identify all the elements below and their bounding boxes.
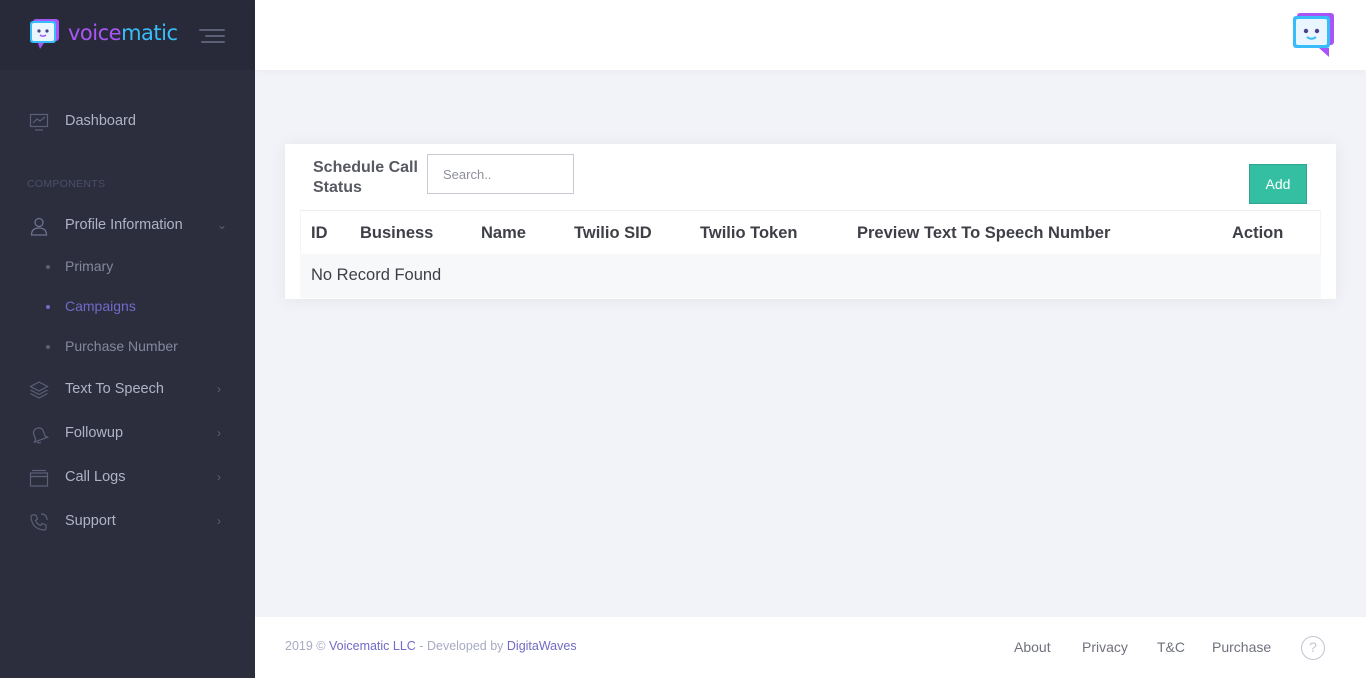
chevron-right-icon: › xyxy=(217,382,221,396)
sidebar-item-text-to-speech[interactable]: Text To Speech › xyxy=(0,369,255,409)
developer-link[interactable]: DigitaWaves xyxy=(507,639,577,653)
chevron-right-icon: › xyxy=(217,514,221,528)
column-header-id[interactable]: ID xyxy=(311,224,328,243)
bullet-icon xyxy=(46,265,50,269)
sidebar-subitem-primary[interactable]: Primary xyxy=(0,251,255,283)
footer-link-about[interactable]: About xyxy=(1014,639,1051,655)
sidebar-item-label: Dashboard xyxy=(65,113,136,129)
brand-logo[interactable]: voicematic xyxy=(30,16,178,50)
brand-name-voice: voice xyxy=(68,21,122,45)
robot-logo-icon xyxy=(30,19,59,49)
column-header-twilio-sid[interactable]: Twilio SID xyxy=(574,224,652,243)
sidebar-item-dashboard[interactable]: Dashboard xyxy=(0,101,255,141)
sidebar-toggle-icon[interactable] xyxy=(199,27,225,45)
sidebar-subitem-campaigns[interactable]: Campaigns xyxy=(0,291,255,323)
records-table: ID Business Name Twilio SID Twilio Token… xyxy=(300,210,1321,298)
copyright-year: 2019 © xyxy=(285,639,326,653)
bullet-icon xyxy=(46,305,50,309)
bell-icon xyxy=(32,427,49,444)
top-header xyxy=(255,0,1366,70)
table-row: No Record Found xyxy=(300,254,1321,298)
bullet-icon xyxy=(46,345,50,349)
footer: 2019 © Voicematic LLC - Developed by Dig… xyxy=(255,617,1366,678)
archive-icon xyxy=(29,469,49,487)
card-title: Schedule Call Status xyxy=(313,159,418,196)
help-icon[interactable]: ? xyxy=(1301,636,1325,660)
footer-link-tc[interactable]: T&C xyxy=(1157,639,1185,655)
sidebar-item-label: Profile Information xyxy=(65,217,183,233)
chart-monitor-icon xyxy=(29,113,49,131)
footer-copyright: 2019 © Voicematic LLC - Developed by Dig… xyxy=(285,639,577,653)
sidebar-item-followup[interactable]: Followup › xyxy=(0,413,255,453)
column-header-twilio-token[interactable]: Twilio Token xyxy=(700,224,797,243)
developed-by-text: - Developed by xyxy=(419,639,504,653)
brand-bar: voicematic xyxy=(0,0,255,70)
column-header-preview-text-to-speech-number[interactable]: Preview Text To Speech Number xyxy=(857,224,1110,243)
layers-icon xyxy=(29,381,49,399)
chevron-right-icon: › xyxy=(217,470,221,484)
sidebar-subitem-label: Purchase Number xyxy=(65,338,178,354)
sidebar-item-label: Support xyxy=(65,513,116,529)
chevron-right-icon: › xyxy=(217,426,221,440)
sidebar-item-profile-information[interactable]: Profile Information ⌄ xyxy=(0,205,255,245)
sidebar-item-call-logs[interactable]: Call Logs › xyxy=(0,457,255,497)
sidebar-item-label: Followup xyxy=(65,425,124,441)
schedule-call-status-card: Schedule Call Status Add ID Business Nam… xyxy=(285,144,1336,299)
footer-link-privacy[interactable]: Privacy xyxy=(1082,639,1128,655)
brand-name: voicematic xyxy=(68,21,178,45)
user-avatar-icon[interactable] xyxy=(1292,11,1336,59)
section-heading-components: COMPONENTS xyxy=(27,178,106,190)
chevron-down-icon: ⌄ xyxy=(217,218,228,232)
sidebar-subitem-purchase-number[interactable]: Purchase Number xyxy=(0,331,255,363)
column-header-action[interactable]: Action xyxy=(1232,224,1283,243)
sidebar-item-label: Text To Speech xyxy=(65,381,164,397)
column-header-business[interactable]: Business xyxy=(360,224,433,243)
add-button[interactable]: Add xyxy=(1249,164,1307,204)
sidebar-subitem-label: Primary xyxy=(65,258,114,274)
column-header-name[interactable]: Name xyxy=(481,224,526,243)
brand-name-matic: matic xyxy=(121,21,178,45)
sidebar-item-label: Call Logs xyxy=(65,469,126,485)
table-header-row: ID Business Name Twilio SID Twilio Token… xyxy=(300,210,1321,254)
user-icon xyxy=(30,217,48,236)
sidebar-item-support[interactable]: Support › xyxy=(0,501,255,541)
company-link[interactable]: Voicematic LLC xyxy=(329,639,416,653)
empty-state-text: No Record Found xyxy=(311,266,442,284)
sidebar: voicematic Dashboard COMPONENTS Profile … xyxy=(0,0,255,678)
search-input[interactable] xyxy=(427,154,574,194)
footer-link-purchase[interactable]: Purchase xyxy=(1212,639,1271,655)
sidebar-subitem-label: Campaigns xyxy=(65,298,136,314)
phone-support-icon xyxy=(30,513,48,531)
